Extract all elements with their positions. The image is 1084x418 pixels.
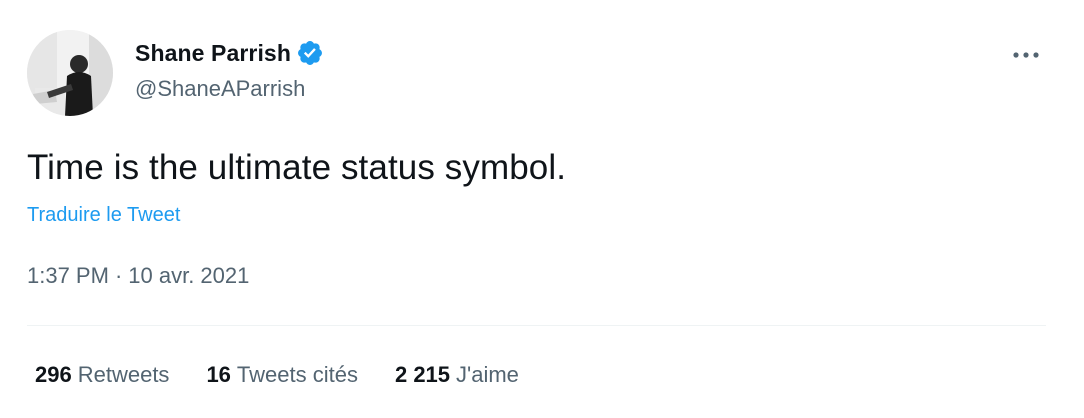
retweets-label: Retweets <box>77 362 170 387</box>
tweet-time: 1:37 PM <box>27 263 109 288</box>
avatar[interactable] <box>27 30 113 116</box>
likes-label: J'aime <box>456 362 519 387</box>
quote-tweets-stat[interactable]: 16 Tweets cités <box>206 362 358 388</box>
tweet-text: Time is the ultimate status symbol. <box>27 148 567 187</box>
divider <box>27 325 1046 326</box>
likes-count: 2 215 <box>394 362 451 387</box>
retweets-count: 296 <box>35 362 72 387</box>
likes-stat[interactable]: 2 215 J'aime <box>395 362 519 388</box>
verified-badge-icon <box>296 39 324 67</box>
tweet-timestamp[interactable]: 1:37 PM · 10 avr. 2021 <box>27 263 249 289</box>
more-options-button[interactable] <box>1006 38 1046 72</box>
author-handle[interactable]: @ShaneAParrish <box>135 76 305 102</box>
retweets-stat[interactable]: 296 Retweets <box>35 362 169 388</box>
quote-tweets-count: 16 <box>206 362 231 387</box>
author-name-row: Shane Parrish <box>135 38 324 68</box>
timestamp-separator: · <box>114 263 123 288</box>
tweet-card: Shane Parrish @ShaneAParrish Time is the… <box>0 0 1084 418</box>
tweet-date: 10 avr. 2021 <box>128 263 250 288</box>
quote-tweets-label: Tweets cités <box>236 362 358 387</box>
more-horizontal-icon <box>1013 52 1039 58</box>
translate-tweet-link[interactable]: Traduire le Tweet <box>27 204 180 227</box>
author-name[interactable]: Shane Parrish <box>135 40 291 67</box>
profile-photo-icon <box>27 30 113 116</box>
tweet-stats: 296 Retweets 16 Tweets cités 2 215 J'aim… <box>35 362 556 388</box>
